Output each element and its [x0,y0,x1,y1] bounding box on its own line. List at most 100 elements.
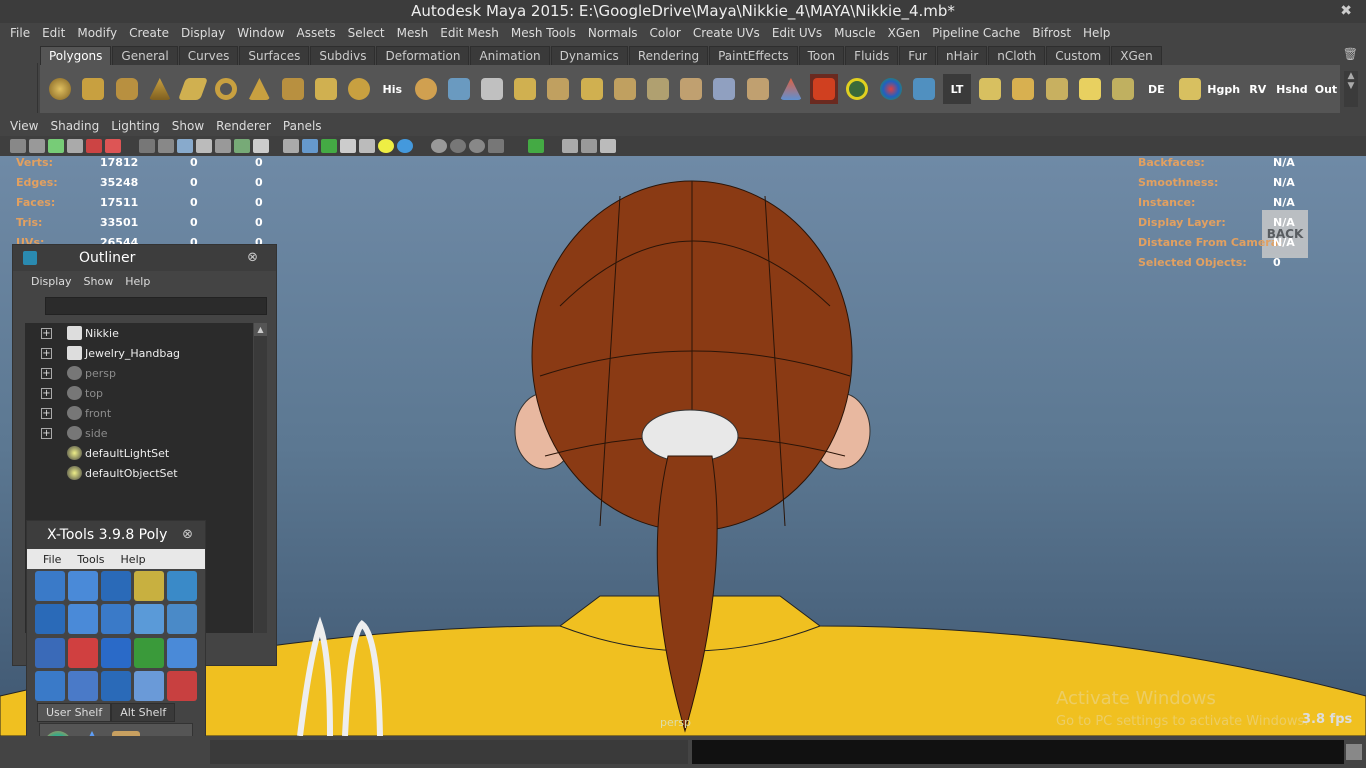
poly-cone-icon[interactable] [146,74,174,104]
out-button[interactable]: Out [1312,74,1340,104]
checker-icon[interactable] [359,139,375,153]
shelf-tab-general[interactable]: General [112,46,178,65]
shelf-tab-animation[interactable]: Animation [470,46,550,65]
menu-pipeline-cache[interactable]: Pipeline Cache [926,26,1026,40]
grid-quad-icon[interactable] [1076,74,1104,104]
xtool-1-icon[interactable] [35,571,65,601]
menu-edit[interactable]: Edit [36,26,71,40]
shelf-tab-toon[interactable]: Toon [798,46,845,65]
menu-select[interactable]: Select [342,26,391,40]
hshd-button[interactable]: Hshd [1276,74,1307,104]
lt-button[interactable]: LT [942,74,972,104]
grease-pencil-icon[interactable] [86,139,102,153]
text-icon[interactable] [253,139,269,153]
outliner-item-default-light-set[interactable]: defaultLightSet [25,443,253,463]
textured-icon[interactable] [234,139,250,153]
panel-menu-shading[interactable]: Shading [44,119,105,133]
paint-icon[interactable] [810,74,839,104]
shadows-icon[interactable] [340,139,356,153]
smooth-icon[interactable] [511,74,539,104]
offset-loop-icon[interactable] [710,74,738,104]
outliner-item-default-object-set[interactable]: defaultObjectSet [25,463,253,483]
insert-loop-icon[interactable] [677,74,705,104]
outliner-item-front[interactable]: + front [25,403,253,423]
select-highlight-icon[interactable] [528,139,544,153]
bridge-icon[interactable] [544,74,572,104]
xray-icon[interactable] [215,139,231,153]
append-icon[interactable] [611,74,639,104]
de-button[interactable]: DE [1142,74,1170,104]
shelf-tab-fur[interactable]: Fur [899,46,937,65]
close-icon[interactable]: ✖ [1340,0,1352,23]
light-bulb-icon[interactable] [378,139,394,153]
his-button[interactable]: His [378,74,406,104]
shelf-tab-fluids[interactable]: Fluids [845,46,899,65]
poly-cube-icon[interactable] [79,74,107,104]
ssao-icon[interactable] [488,139,504,153]
shelf-tab-nhair[interactable]: nHair [937,46,988,65]
menu-create[interactable]: Create [123,26,175,40]
rv-button[interactable]: RV [1244,74,1272,104]
menu-normals[interactable]: Normals [582,26,644,40]
motion-blur-icon[interactable] [431,139,447,153]
extract-icon[interactable] [478,74,506,104]
camera-attr-icon[interactable] [29,139,45,153]
panel-menu-show[interactable]: Show [166,119,210,133]
hud-toggle-icon[interactable] [562,139,578,153]
grid-select-icon[interactable] [1009,74,1037,104]
menu-color[interactable]: Color [644,26,687,40]
expand-icon[interactable]: + [41,427,52,439]
outliner-menu-show[interactable]: Show [78,275,120,288]
xtool-6-icon[interactable] [35,604,65,635]
panel-menu-renderer[interactable]: Renderer [210,119,277,133]
shelf-trash-icon[interactable]: 🗑 [1343,47,1358,61]
smooth-shade-icon[interactable] [177,139,193,153]
outliner-item-jewelry-handbag[interactable]: + Jewelry_Handbag [25,343,253,363]
menu-mesh[interactable]: Mesh [391,26,435,40]
shelf-tab-dynamics[interactable]: Dynamics [550,46,628,65]
script-editor-icon[interactable] [1346,744,1362,760]
wireframe-icon[interactable] [139,139,155,153]
shelf-scroll[interactable]: ▲ ▼ [1344,71,1358,107]
uv-editor-icon[interactable] [910,74,938,104]
gate-icon[interactable] [581,139,597,153]
aa-icon[interactable] [450,139,466,153]
expand-icon[interactable]: + [41,327,52,339]
outliner-menu-display[interactable]: Display [25,275,78,288]
xtool-12-icon[interactable] [68,637,98,668]
poly-sphere-icon[interactable] [46,74,74,104]
poly-plane-icon[interactable] [177,74,208,104]
dof-icon[interactable] [469,139,485,153]
xtool-14-icon[interactable] [134,637,164,668]
outliner-search-input[interactable] [45,297,267,315]
outliner-menu-help[interactable]: Help [119,275,156,288]
poly-pipe-icon[interactable] [279,74,307,104]
menu-modify[interactable]: Modify [71,26,123,40]
expand-icon[interactable]: + [41,367,52,379]
image-plane-icon[interactable] [67,139,83,153]
grid-edit-icon[interactable] [1043,74,1071,104]
shelf-tab-ncloth[interactable]: nCloth [988,46,1046,65]
default-light-icon[interactable] [321,139,337,153]
outliner-scrollbar[interactable]: ▲ [254,323,267,633]
xtool-10-icon[interactable] [167,604,197,635]
menu-muscle[interactable]: Muscle [828,26,882,40]
menu-edit-uvs[interactable]: Edit UVs [766,26,828,40]
shelf-tab-subdivs[interactable]: Subdivs [310,46,376,65]
panel-menu-view[interactable]: View [4,119,44,133]
shelf-tab-curves[interactable]: Curves [178,46,239,65]
outliner-close-icon[interactable]: ⊗ [247,245,258,271]
poly-pyramid-icon[interactable] [245,74,273,104]
menu-bifrost[interactable]: Bifrost [1026,26,1077,40]
xtool-20-icon[interactable] [167,670,197,701]
isolate-icon[interactable] [158,139,174,153]
sculpt-icon[interactable] [777,74,805,104]
node-icon[interactable] [600,139,616,153]
xtool-18-icon[interactable] [101,670,131,701]
poly-cylinder-icon[interactable] [112,74,140,104]
menu-xgen[interactable]: XGen [882,26,927,40]
menu-mesh-tools[interactable]: Mesh Tools [505,26,582,40]
menu-edit-mesh[interactable]: Edit Mesh [434,26,505,40]
shelf-dock-handle[interactable] [8,63,38,113]
grid-toggle-icon[interactable] [105,139,121,153]
